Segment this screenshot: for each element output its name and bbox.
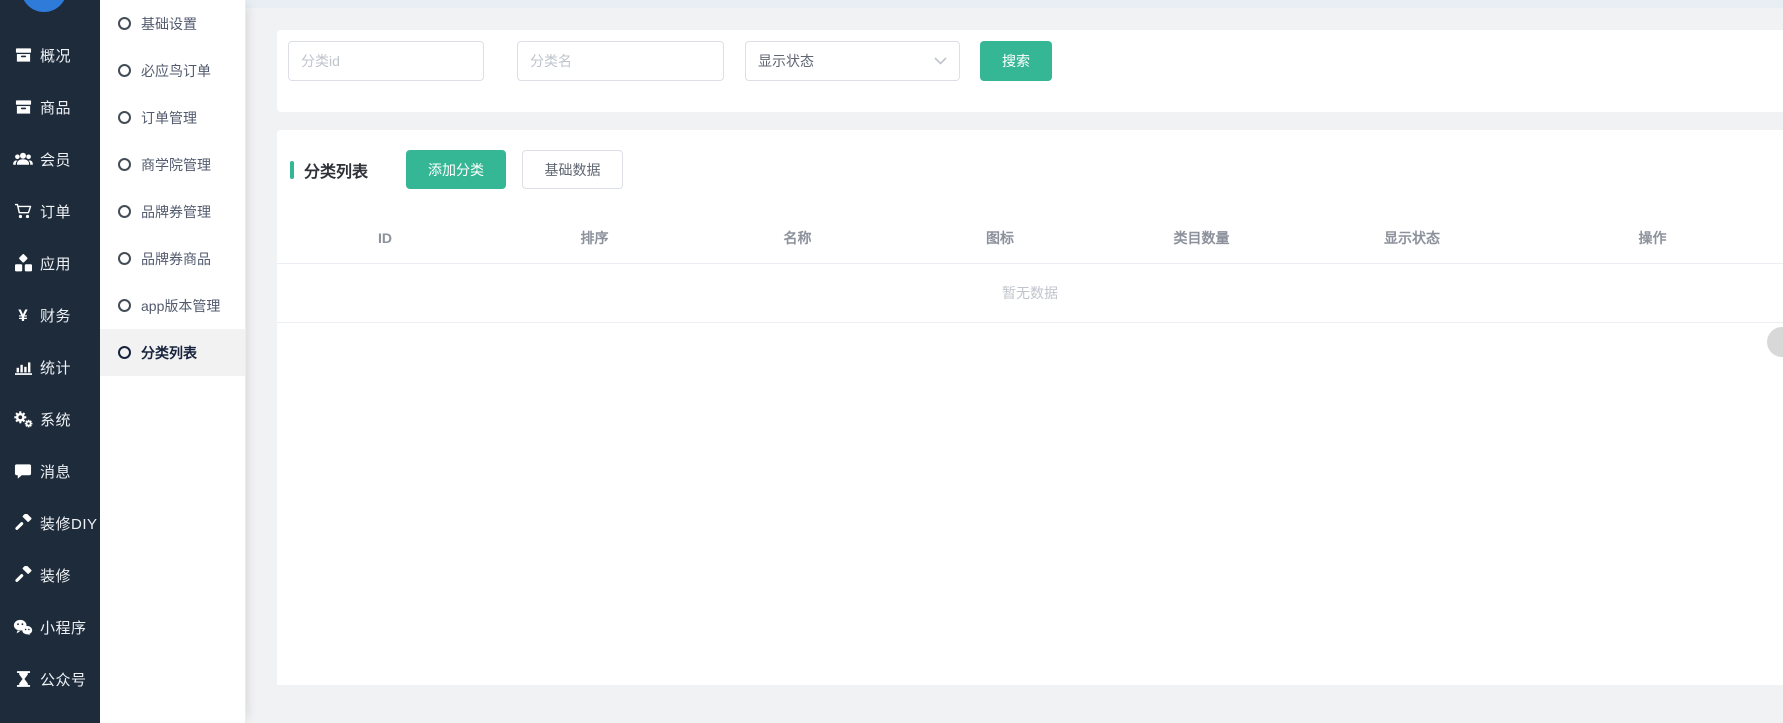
- app-logo[interactable]: [21, 0, 67, 12]
- sidebar-item-label: 订单: [40, 201, 71, 222]
- submenu-item-label: 品牌券管理: [141, 202, 211, 222]
- column-header-display-status: 显示状态: [1302, 228, 1522, 248]
- category-id-input[interactable]: [288, 41, 484, 81]
- sidebar-item-messages[interactable]: 消息: [0, 445, 100, 497]
- section-title: 分类列表: [304, 158, 368, 182]
- submenu-item-label: 基础设置: [141, 14, 197, 34]
- search-button[interactable]: 搜索: [980, 41, 1052, 81]
- category-name-input[interactable]: [517, 41, 724, 81]
- sidebar-item-label: 应用: [40, 253, 71, 274]
- table-header-row: ID 排序 名称 图标 类目数量 显示状态 操作: [277, 212, 1783, 264]
- orders-cart-icon: [12, 202, 34, 220]
- sidebar-item-apps[interactable]: 应用: [0, 237, 100, 289]
- radio-circle-icon: [118, 111, 131, 124]
- sidebar-item-official-account[interactable]: 公众号: [0, 653, 100, 705]
- submenu-item-order-management[interactable]: 订单管理: [100, 94, 245, 141]
- sidebar-item-system[interactable]: 系统: [0, 393, 100, 445]
- column-header-name: 名称: [696, 228, 899, 248]
- column-header-sort: 排序: [493, 228, 696, 248]
- sidebar-item-label: 系统: [40, 409, 71, 430]
- decorate-diy-hammer-icon: [12, 514, 34, 532]
- submenu-item-brand-coupon-management[interactable]: 品牌券管理: [100, 188, 245, 235]
- submenu-item-app-version[interactable]: app版本管理: [100, 282, 245, 329]
- top-band: [246, 0, 1783, 8]
- radio-circle-icon: [118, 346, 131, 359]
- section-head: 分类列表 添加分类 基础数据: [277, 150, 1783, 189]
- overview-box-icon: [12, 46, 34, 64]
- base-data-button[interactable]: 基础数据: [522, 150, 623, 189]
- section-accent-bar: [290, 161, 294, 179]
- column-header-icon: 图标: [899, 228, 1101, 248]
- finance-yen-icon: ¥: [12, 307, 34, 324]
- category-list-panel: 分类列表 添加分类 基础数据 ID 排序 名称 图标 类目数量 显示状态 操作 …: [277, 130, 1783, 685]
- miniprogram-wechat-icon: [12, 619, 34, 636]
- column-header-actions: 操作: [1522, 228, 1783, 248]
- stats-bar-chart-icon: [12, 358, 34, 376]
- submenu-item-label: app版本管理: [141, 296, 220, 316]
- submenu-item-bingniao-orders[interactable]: 必应鸟订单: [100, 47, 245, 94]
- sidebar-item-label: 小程序: [40, 617, 87, 638]
- submenu-item-basic-settings[interactable]: 基础设置: [100, 0, 245, 47]
- submenu-item-business-school[interactable]: 商学院管理: [100, 141, 245, 188]
- message-bubble-icon: [12, 463, 34, 480]
- filter-bar: 显示状态 搜索: [277, 30, 1783, 112]
- secondary-sidebar: 基础设置 必应鸟订单 订单管理 商学院管理 品牌券管理 品牌券商品 app版本管…: [100, 0, 246, 723]
- display-status-select[interactable]: 显示状态: [745, 41, 960, 81]
- goods-box-icon: [12, 98, 34, 116]
- empty-state-text: 暂无数据: [1002, 283, 1058, 303]
- sidebar-item-orders[interactable]: 订单: [0, 185, 100, 237]
- system-gears-icon: [12, 410, 34, 428]
- primary-sidebar: 概况 商品 会员 订单 应用 ¥: [0, 0, 100, 723]
- radio-circle-icon: [118, 17, 131, 30]
- sidebar-item-label: 消息: [40, 461, 71, 482]
- radio-circle-icon: [118, 299, 131, 312]
- submenu-item-label: 分类列表: [141, 343, 197, 363]
- submenu-item-brand-coupon-goods[interactable]: 品牌券商品: [100, 235, 245, 282]
- official-account-hourglass-icon: [12, 670, 34, 688]
- radio-circle-icon: [118, 205, 131, 218]
- main-content: 显示状态 搜索 分类列表 添加分类 基础数据 ID 排序 名称 图标 类目数量 …: [246, 0, 1783, 723]
- column-header-category-count: 类目数量: [1101, 228, 1302, 248]
- submenu-item-category-list[interactable]: 分类列表: [100, 329, 245, 376]
- sidebar-item-label: 会员: [40, 149, 71, 170]
- submenu-item-label: 商学院管理: [141, 155, 211, 175]
- sidebar-item-finance[interactable]: ¥ 财务: [0, 289, 100, 341]
- sidebar-item-label: 概况: [40, 45, 71, 66]
- radio-circle-icon: [118, 158, 131, 171]
- sidebar-item-label: 统计: [40, 357, 71, 378]
- sidebar-item-label: 财务: [40, 305, 71, 326]
- sidebar-item-label: 装修: [40, 565, 71, 586]
- decorate-hammer-icon: [12, 566, 34, 584]
- sidebar-item-label: 公众号: [40, 669, 87, 690]
- table-empty-row: 暂无数据: [277, 264, 1783, 323]
- sidebar-item-stats[interactable]: 统计: [0, 341, 100, 393]
- sidebar-item-members[interactable]: 会员: [0, 133, 100, 185]
- column-header-id: ID: [277, 230, 493, 246]
- chevron-down-icon: [934, 57, 947, 65]
- radio-circle-icon: [118, 64, 131, 77]
- sidebar-item-label: 装修DIY: [40, 513, 98, 534]
- sidebar-item-decorate-diy[interactable]: 装修DIY: [0, 497, 100, 549]
- radio-circle-icon: [118, 252, 131, 265]
- sidebar-item-miniprogram[interactable]: 小程序: [0, 601, 100, 653]
- primary-menu: 概况 商品 会员 订单 应用 ¥: [0, 29, 100, 705]
- submenu-item-label: 品牌券商品: [141, 249, 211, 269]
- add-category-button[interactable]: 添加分类: [406, 150, 506, 189]
- sidebar-item-decorate[interactable]: 装修: [0, 549, 100, 601]
- submenu-item-label: 必应鸟订单: [141, 61, 211, 81]
- sidebar-item-goods[interactable]: 商品: [0, 81, 100, 133]
- members-users-icon: [12, 151, 34, 167]
- submenu-item-label: 订单管理: [141, 108, 197, 128]
- display-status-select-value: 显示状态: [758, 51, 814, 71]
- sidebar-item-overview[interactable]: 概况: [0, 29, 100, 81]
- sidebar-item-label: 商品: [40, 97, 71, 118]
- apps-cubes-icon: [12, 254, 34, 272]
